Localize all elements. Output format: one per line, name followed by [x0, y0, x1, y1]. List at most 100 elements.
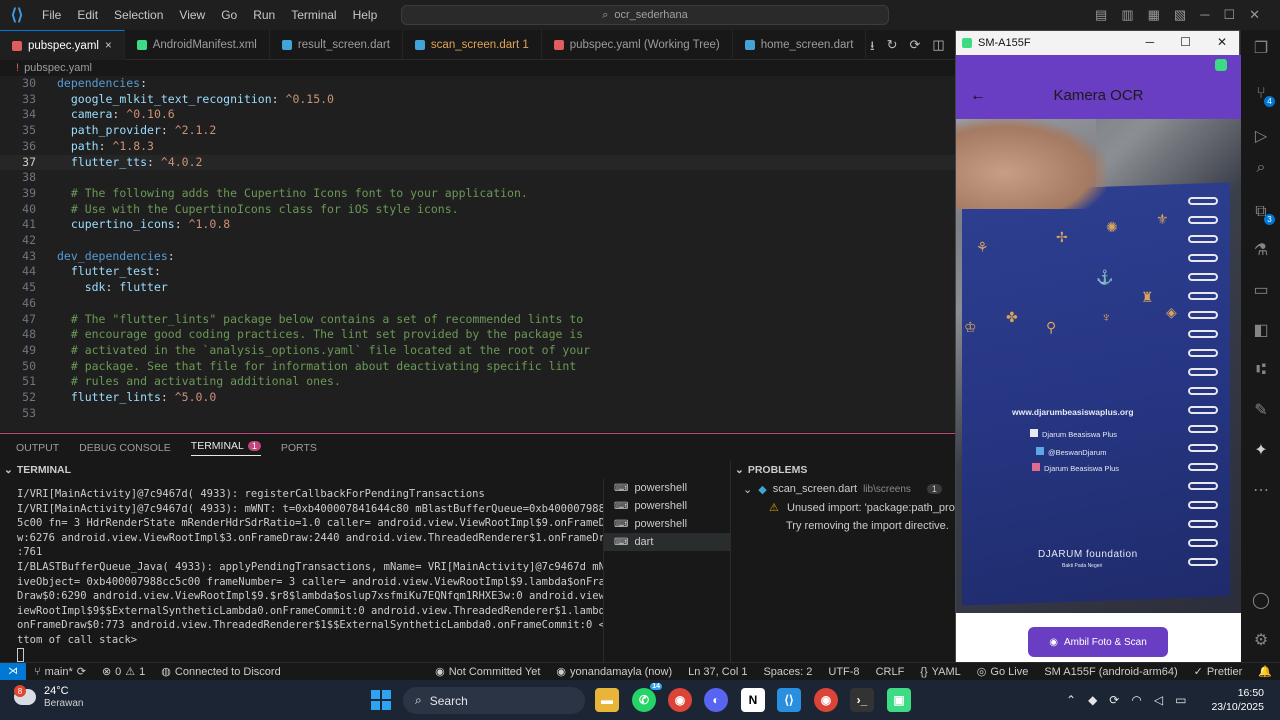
editor-tab[interactable]: pubspec.yaml (Working Tree): [542, 30, 733, 60]
code-line[interactable]: 41 cupertino_icons: ^1.0.8: [0, 217, 955, 233]
code-line[interactable]: 45 sdk: flutter: [0, 280, 955, 296]
tab-terminal[interactable]: TERMINAL 1: [190, 440, 261, 456]
flutter-device[interactable]: SM A155F (android-arm64): [1036, 666, 1185, 678]
take-photo-scan-button[interactable]: ◉ Ambil Foto & Scan: [1028, 627, 1168, 657]
code-line[interactable]: 42: [0, 233, 955, 249]
menu-item-selection[interactable]: Selection: [106, 8, 171, 22]
problems-indicator[interactable]: ⊗ 0 ⚠ 1: [94, 665, 153, 679]
code-line[interactable]: 35 path_provider: ^2.1.2: [0, 123, 955, 139]
terminal-output[interactable]: I/VRI[MainActivity]@7c9467d( 4933): regi…: [0, 485, 603, 665]
code-line[interactable]: 47 # The "flutter_lints" package below c…: [0, 312, 955, 328]
terminal-instance[interactable]: ⌨ powershell: [604, 479, 730, 497]
weather-widget[interactable]: 8 24°C Berawan: [14, 685, 83, 709]
run-debug-icon[interactable]: ▷: [1251, 126, 1271, 146]
editor-tab[interactable]: pubspec.yaml ×: [0, 30, 125, 60]
battery-icon[interactable]: ▭: [1175, 693, 1186, 707]
notifications-bell-icon[interactable]: 🔔: [1250, 665, 1280, 678]
discord-status[interactable]: ◍ Connected to Discord: [153, 665, 288, 679]
cursor-position[interactable]: Ln 37, Col 1: [680, 666, 755, 678]
wifi-icon[interactable]: ◠: [1131, 693, 1141, 707]
source-control-icon[interactable]: ⑂ 4: [1251, 84, 1275, 107]
terminal-icon[interactable]: ›_: [850, 688, 874, 712]
testing-icon[interactable]: ⚗: [1251, 240, 1271, 260]
breadcrumb-file[interactable]: pubspec.yaml: [24, 62, 92, 74]
github-icon[interactable]: ⑆: [1251, 360, 1271, 380]
toggle-panel-icon[interactable]: ▦: [1148, 7, 1160, 23]
menu-item-edit[interactable]: Edit: [69, 8, 106, 22]
editor-tab[interactable]: scan_screen.dart 1: [403, 30, 542, 60]
notion-icon[interactable]: N: [741, 688, 765, 712]
menu-item-run[interactable]: Run: [245, 8, 283, 22]
chat-icon[interactable]: ✦: [1251, 440, 1271, 460]
maximize-icon[interactable]: ☐: [1180, 35, 1191, 49]
terminal-instance[interactable]: ⌨ powershell: [604, 515, 730, 533]
code-line[interactable]: 33 google_mlkit_text_recognition: ^0.15.…: [0, 92, 955, 108]
chevron-down-icon[interactable]: ⌄: [4, 464, 13, 476]
code-line[interactable]: 50 # package. See that file for informat…: [0, 359, 955, 375]
code-line[interactable]: 53: [0, 406, 955, 422]
vscode-icon[interactable]: ⟨⟩: [777, 688, 801, 712]
layout-icon[interactable]: ▤: [1095, 7, 1107, 23]
indentation[interactable]: Spaces: 2: [755, 666, 820, 678]
android-studio-icon[interactable]: ▣: [887, 688, 911, 712]
editor-tab[interactable]: home_screen.dart: [733, 30, 867, 60]
taskbar-search[interactable]: ⌕ Search: [403, 687, 585, 714]
chrome-icon[interactable]: ◉: [668, 688, 692, 712]
code-line[interactable]: 48 # encourage good coding practices. Th…: [0, 327, 955, 343]
search-icon[interactable]: ⌕: [1251, 158, 1271, 178]
refresh-icon[interactable]: ↻: [887, 37, 898, 59]
system-clock[interactable]: 16:50 23/10/2025: [1204, 686, 1264, 714]
code-line[interactable]: 36 path: ^1.8.3: [0, 139, 955, 155]
menu-item-terminal[interactable]: Terminal: [283, 8, 344, 22]
problem-file-row[interactable]: ⌄ ◆ scan_screen.dart lib\screens 1: [731, 479, 955, 499]
remote-explorer-icon[interactable]: ▭: [1251, 280, 1271, 300]
account-icon[interactable]: ◯: [1251, 590, 1271, 610]
file-explorer-icon[interactable]: ▬: [595, 688, 619, 712]
whatsapp-icon[interactable]: ✆ 14: [632, 683, 662, 712]
camera-preview[interactable]: ✺ ⚜ ✢ ⚘ ✤ ⚓ ♜ ♔ ⚲ ♆ ◈ www.djarumbeasiswa…: [956, 119, 1241, 613]
close-icon[interactable]: ✕: [1217, 35, 1227, 49]
go-live[interactable]: ◎ Go Live: [969, 665, 1037, 679]
editor-tab[interactable]: AndroidManifest.xml: [125, 30, 270, 60]
menu-item-help[interactable]: Help: [345, 8, 386, 22]
tab-ports[interactable]: PORTS: [281, 442, 317, 454]
code-line[interactable]: 43 dev_dependencies:: [0, 249, 955, 265]
minimize-icon[interactable]: ─: [1146, 35, 1155, 49]
code-line[interactable]: 49 # activated in the `analysis_options.…: [0, 343, 955, 359]
maximize-icon[interactable]: ☐: [1223, 7, 1235, 23]
git-author[interactable]: ◉ yonandamayla (now): [548, 665, 680, 679]
terminal-instance[interactable]: ⌨ powershell: [604, 497, 730, 515]
code-line[interactable]: 37 flutter_tts: ^4.0.2: [0, 154, 955, 171]
chrome-profile-icon[interactable]: ◉: [814, 688, 838, 712]
branch-indicator[interactable]: ⑂ main* ⟳: [26, 665, 94, 679]
code-line[interactable]: 38: [0, 170, 955, 186]
menu-item-go[interactable]: Go: [213, 8, 245, 22]
chevron-down-icon[interactable]: ⌄: [735, 464, 744, 476]
tray-app-icon[interactable]: ◆: [1088, 693, 1097, 707]
volume-icon[interactable]: ◁: [1154, 693, 1163, 707]
tray-sync-icon[interactable]: ⟳: [1109, 693, 1119, 707]
restart-icon[interactable]: ⟳: [909, 37, 920, 59]
terminal-instance[interactable]: ⌨ dart: [604, 533, 730, 551]
tab-output[interactable]: OUTPUT: [16, 442, 59, 454]
prettier-status[interactable]: ✓ Prettier: [1186, 665, 1251, 679]
code-line[interactable]: 34 camera: ^0.10.6: [0, 107, 955, 123]
menu-item-file[interactable]: File: [34, 8, 69, 22]
code-line[interactable]: 46: [0, 296, 955, 312]
more-icon[interactable]: ⋯: [1251, 480, 1271, 500]
problem-message[interactable]: ⚠ Unused import: 'package:path_provider/…: [731, 499, 955, 517]
code-line[interactable]: 39 # The following adds the Cupertino Ic…: [0, 186, 955, 202]
line-ending[interactable]: CRLF: [868, 666, 913, 678]
command-search-box[interactable]: ⌕ ocr_sederhana: [401, 5, 889, 25]
discord-icon[interactable]: ◐: [704, 688, 728, 712]
extensions-icon[interactable]: ⧉ 3: [1251, 202, 1275, 225]
tab-debug-console[interactable]: DEBUG CONSOLE: [79, 442, 171, 454]
minimize-icon[interactable]: ─: [1200, 7, 1209, 23]
split-editor-icon[interactable]: ◫: [932, 37, 944, 59]
code-line[interactable]: 52 flutter_lints: ^5.0.0: [0, 390, 955, 406]
close-window-icon[interactable]: ✕: [1249, 7, 1260, 23]
toggle-secondary-sidebar-icon[interactable]: ▧: [1174, 7, 1186, 23]
encoding[interactable]: UTF-8: [820, 666, 867, 678]
download-icon[interactable]: ⭳: [870, 37, 875, 59]
windows-start-icon[interactable]: [371, 690, 391, 710]
